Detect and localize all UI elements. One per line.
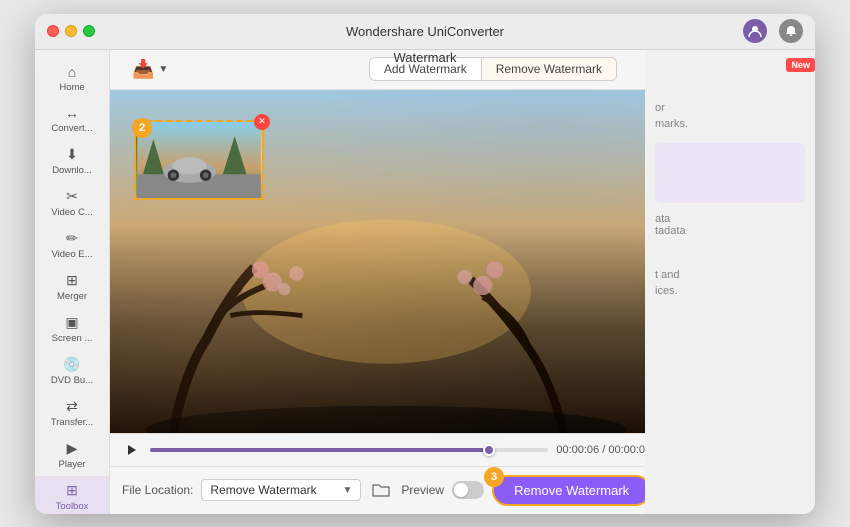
sidebar-label-video-c: Video C... <box>51 207 93 218</box>
right-app-text-2: atatadata <box>655 213 805 237</box>
bell-icon[interactable] <box>779 19 803 43</box>
dvd-icon: 💿 <box>63 356 80 373</box>
sidebar-label-home: Home <box>59 82 84 93</box>
sidebar-label-toolbox: Toolbox <box>56 501 89 512</box>
sidebar-label-dvd: DVD Bu... <box>51 375 93 386</box>
file-location-select[interactable]: Remove Watermark ▼ <box>201 479 361 501</box>
sidebar: ⌂ Home ↔ Convert... ⬇ Downlo... ✂ Video … <box>35 50 110 514</box>
convert-icon: ↔ <box>65 105 79 121</box>
video-e-icon: ✏ <box>66 230 78 247</box>
player-icon: ▶ <box>67 440 78 457</box>
transfer-icon: ⇄ <box>66 398 78 415</box>
screen-icon: ▣ <box>65 314 78 331</box>
download-icon: ⬇ <box>66 146 78 163</box>
main-layout: ⌂ Home ↔ Convert... ⬇ Downlo... ✂ Video … <box>35 50 815 514</box>
sidebar-item-video-edit[interactable]: ✏ Video E... <box>35 224 109 266</box>
toolbox-icon: ⊞ <box>66 482 78 499</box>
sidebar-item-transfer[interactable]: ⇄ Transfer... <box>35 392 109 434</box>
sidebar-label-transfer: Transfer... <box>51 417 93 428</box>
sidebar-item-toolbox[interactable]: ⊞ Toolbox <box>35 476 109 514</box>
thumbnail <box>136 122 262 198</box>
time-separator: / <box>602 444 605 456</box>
playback-bar: 00:00:06 / 00:00:06 <box>110 433 645 466</box>
badge-3: 3 <box>484 467 504 487</box>
user-icon[interactable] <box>743 19 767 43</box>
tab-group: Add Watermark Remove Watermark <box>369 57 617 81</box>
folder-button[interactable] <box>369 478 393 502</box>
thumbnail-image <box>136 122 262 198</box>
dropdown-icon: ▼ <box>342 485 352 496</box>
bottom-bar: File Location: Remove Watermark ▼ Previe… <box>110 466 645 514</box>
traffic-lights <box>47 25 95 37</box>
minimize-button[interactable] <box>65 25 77 37</box>
remove-watermark-button[interactable]: Remove Watermark <box>492 475 645 506</box>
preview-toggle[interactable] <box>452 481 484 499</box>
time-display: 00:00:06 / 00:00:06 <box>556 444 645 456</box>
sidebar-label-video-e: Video E... <box>51 249 92 260</box>
sidebar-item-home[interactable]: ⌂ Home <box>35 58 109 99</box>
sidebar-item-dvd[interactable]: 💿 DVD Bu... <box>35 350 109 392</box>
sidebar-label-player: Player <box>59 459 86 470</box>
timeline-thumb <box>483 444 495 456</box>
right-app-content: ormarks. atatadata t andices. <box>645 50 815 310</box>
preview-label: Preview <box>401 483 444 497</box>
badge-2: 2 <box>132 118 152 138</box>
file-location-label: File Location: <box>122 483 193 497</box>
sidebar-item-player[interactable]: ▶ Player <box>35 434 109 476</box>
file-location-value: Remove Watermark <box>210 483 338 497</box>
tab-add-watermark[interactable]: Add Watermark <box>370 58 482 80</box>
sidebar-item-screen[interactable]: ▣ Screen ... <box>35 308 109 350</box>
import-button[interactable]: 📥 ▼ <box>126 57 174 82</box>
timeline-row: 00:00:06 / 00:00:06 <box>122 440 645 460</box>
home-icon: ⌂ <box>68 64 76 80</box>
app-title: Wondershare UniConverter <box>346 24 504 39</box>
right-app-text-3: t andices. <box>655 267 805 300</box>
sidebar-label-convert: Convert... <box>51 123 92 134</box>
sidebar-item-convert[interactable]: ↔ Convert... <box>35 99 109 140</box>
timeline-track[interactable] <box>150 448 548 452</box>
total-time: 00:00:06 <box>608 444 645 456</box>
selection-box[interactable]: ✕ <box>134 120 264 200</box>
play-button[interactable] <box>122 440 142 460</box>
sidebar-label-download: Downlo... <box>52 165 92 176</box>
tab-remove-watermark[interactable]: Remove Watermark <box>482 58 616 80</box>
sidebar-item-video-compress[interactable]: ✂ Video C... <box>35 182 109 224</box>
badge-3-wrapper: 3 Remove Watermark <box>492 475 645 506</box>
sub-header: 📥 ▼ Add Watermark Remove Watermark <box>110 50 645 90</box>
content-area: 📥 ▼ Add Watermark Remove Watermark <box>110 50 645 514</box>
timeline-progress <box>150 448 489 452</box>
video-c-icon: ✂ <box>66 188 78 205</box>
merger-icon: ⊞ <box>66 272 78 289</box>
body-split: 2 <box>110 90 645 514</box>
close-selection-button[interactable]: ✕ <box>254 114 270 130</box>
sidebar-label-merger: Merger <box>57 291 87 302</box>
right-app-area: New ormarks. atatadata t andices. <box>645 50 815 514</box>
app-window: Wondershare UniConverter Watermark ⌂ Hom… <box>35 14 815 514</box>
sidebar-item-download[interactable]: ⬇ Downlo... <box>35 140 109 182</box>
sidebar-item-merger[interactable]: ⊞ Merger <box>35 266 109 308</box>
header-icons <box>743 19 803 43</box>
title-bar: Wondershare UniConverter <box>35 14 815 50</box>
current-time: 00:00:06 <box>556 444 599 456</box>
maximize-button[interactable] <box>83 25 95 37</box>
sidebar-label-screen: Screen ... <box>52 333 93 344</box>
video-area: 2 <box>110 90 645 433</box>
close-button[interactable] <box>47 25 59 37</box>
video-panel: 2 <box>110 90 645 514</box>
right-app-card-1 <box>655 143 805 203</box>
right-app-text-1: ormarks. <box>655 100 805 133</box>
